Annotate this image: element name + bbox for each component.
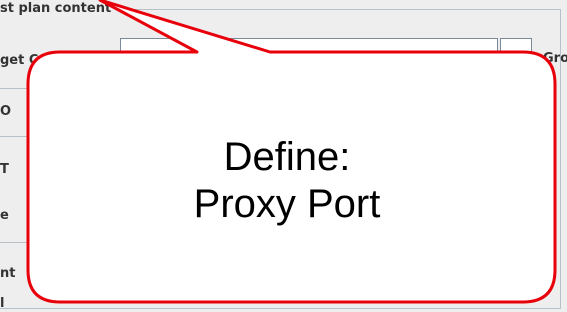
callout-text: Define: Proxy Port: [60, 134, 514, 228]
callout-line-define: Define:: [223, 135, 351, 179]
callout-line-proxy-port: Proxy Port: [193, 182, 381, 226]
